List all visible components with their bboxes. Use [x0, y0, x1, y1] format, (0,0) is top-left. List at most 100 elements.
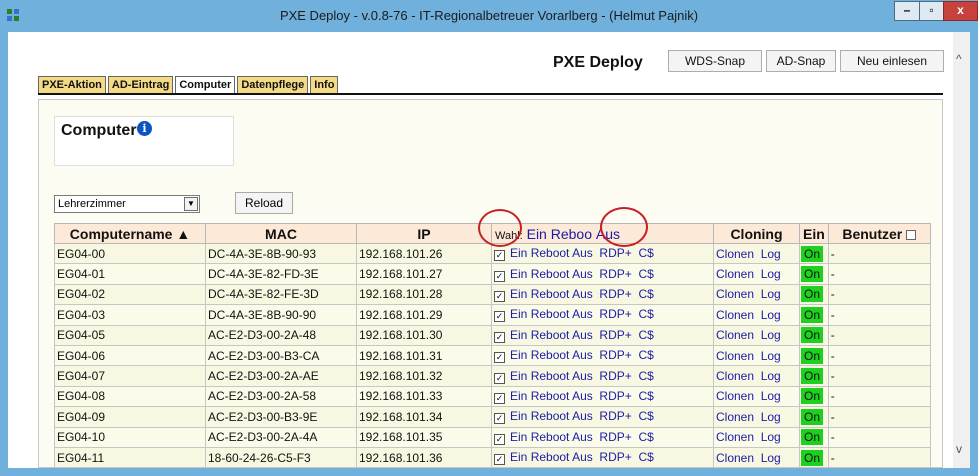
ein-link[interactable]: Ein [510, 409, 527, 423]
reboot-link[interactable]: Reboot [531, 348, 570, 362]
cs-link[interactable]: C$ [638, 450, 653, 464]
row-checkbox[interactable]: ✓ [494, 413, 505, 425]
minimize-button[interactable]: – [894, 1, 920, 21]
tab-computer[interactable]: Computer [175, 76, 236, 94]
room-select[interactable]: Lehrerzimmer ▼ [54, 195, 200, 213]
log-link[interactable]: Log [761, 247, 781, 261]
reboot-link[interactable]: Reboot [531, 267, 570, 281]
clonen-link[interactable]: Clonen [716, 308, 754, 322]
clonen-link[interactable]: Clonen [716, 430, 754, 444]
aus-link[interactable]: Aus [572, 389, 593, 403]
aus-link[interactable]: Aus [572, 348, 593, 362]
reload-button[interactable]: Reload [235, 192, 293, 214]
vertical-scrollbar[interactable]: ^ v [953, 32, 970, 468]
reboot-link[interactable]: Reboot [531, 307, 570, 321]
scroll-down-icon[interactable]: v [956, 442, 962, 456]
col-cloning[interactable]: Cloning [713, 223, 800, 244]
tab-info[interactable]: Info [310, 76, 339, 94]
aus-link[interactable]: Aus [572, 267, 593, 281]
ein-link[interactable]: Ein [510, 267, 527, 281]
log-link[interactable]: Log [761, 451, 781, 465]
info-icon[interactable]: i [137, 121, 152, 136]
aus-link[interactable]: Aus [572, 430, 593, 444]
aus-link[interactable]: Aus [572, 369, 593, 383]
rdp-link[interactable]: RDP+ [599, 287, 631, 301]
row-checkbox[interactable]: ✓ [494, 352, 505, 364]
aus-link[interactable]: Aus [572, 307, 593, 321]
chevron-down-icon[interactable]: ▼ [184, 197, 198, 211]
ein-link[interactable]: Ein [510, 430, 527, 444]
ein-link[interactable]: Ein [510, 450, 527, 464]
clonen-link[interactable]: Clonen [716, 389, 754, 403]
close-button[interactable]: x [943, 1, 978, 21]
log-link[interactable]: Log [761, 349, 781, 363]
clonen-link[interactable]: Clonen [716, 267, 754, 281]
row-checkbox[interactable]: ✓ [494, 270, 505, 282]
ein-link[interactable]: Ein [510, 246, 527, 260]
wahl-reboot-link[interactable]: Reboo [551, 226, 592, 242]
clonen-link[interactable]: Clonen [716, 287, 754, 301]
wahl-ein-link[interactable]: Ein [527, 226, 547, 242]
cs-link[interactable]: C$ [638, 369, 653, 383]
reboot-link[interactable]: Reboot [531, 389, 570, 403]
rdp-link[interactable]: RDP+ [599, 246, 631, 260]
rdp-link[interactable]: RDP+ [599, 307, 631, 321]
row-checkbox[interactable]: ✓ [494, 372, 505, 384]
aus-link[interactable]: Aus [572, 287, 593, 301]
log-link[interactable]: Log [761, 287, 781, 301]
reboot-link[interactable]: Reboot [531, 409, 570, 423]
row-checkbox[interactable]: ✓ [494, 433, 505, 445]
cs-link[interactable]: C$ [638, 430, 653, 444]
row-checkbox[interactable]: ✓ [494, 250, 505, 262]
col-ip[interactable]: IP [356, 223, 492, 244]
row-checkbox[interactable]: ✓ [494, 392, 505, 404]
scroll-up-icon[interactable]: ^ [956, 52, 962, 66]
aus-link[interactable]: Aus [572, 328, 593, 342]
ad-snap-button[interactable]: AD-Snap [766, 50, 836, 72]
log-link[interactable]: Log [761, 410, 781, 424]
clonen-link[interactable]: Clonen [716, 451, 754, 465]
tab-pxe-aktion[interactable]: PXE-Aktion [38, 76, 106, 94]
rdp-link[interactable]: RDP+ [599, 450, 631, 464]
tab-datenpflege[interactable]: Datenpflege [237, 76, 309, 94]
reboot-link[interactable]: Reboot [531, 450, 570, 464]
reboot-link[interactable]: Reboot [531, 328, 570, 342]
clonen-link[interactable]: Clonen [716, 410, 754, 424]
log-link[interactable]: Log [761, 328, 781, 342]
ein-link[interactable]: Ein [510, 328, 527, 342]
reboot-link[interactable]: Reboot [531, 287, 570, 301]
ein-link[interactable]: Ein [510, 369, 527, 383]
cs-link[interactable]: C$ [638, 409, 653, 423]
log-link[interactable]: Log [761, 267, 781, 281]
rdp-link[interactable]: RDP+ [599, 409, 631, 423]
aus-link[interactable]: Aus [572, 246, 593, 260]
rdp-link[interactable]: RDP+ [599, 389, 631, 403]
aus-link[interactable]: Aus [572, 409, 593, 423]
clonen-link[interactable]: Clonen [716, 247, 754, 261]
clonen-link[interactable]: Clonen [716, 369, 754, 383]
aus-link[interactable]: Aus [572, 450, 593, 464]
cs-link[interactable]: C$ [638, 287, 653, 301]
wds-snap-button[interactable]: WDS-Snap [668, 50, 762, 72]
cs-link[interactable]: C$ [638, 348, 653, 362]
row-checkbox[interactable]: ✓ [494, 454, 505, 466]
rdp-link[interactable]: RDP+ [599, 430, 631, 444]
ein-link[interactable]: Ein [510, 287, 527, 301]
rdp-link[interactable]: RDP+ [599, 328, 631, 342]
maximize-button[interactable]: ▫ [919, 1, 944, 21]
col-computername[interactable]: Computername ▲ [54, 223, 206, 244]
log-link[interactable]: Log [761, 430, 781, 444]
ein-link[interactable]: Ein [510, 307, 527, 321]
log-link[interactable]: Log [761, 389, 781, 403]
clonen-link[interactable]: Clonen [716, 349, 754, 363]
clonen-link[interactable]: Clonen [716, 328, 754, 342]
ein-link[interactable]: Ein [510, 348, 527, 362]
cs-link[interactable]: C$ [638, 389, 653, 403]
reboot-link[interactable]: Reboot [531, 430, 570, 444]
benutzer-checkbox[interactable] [906, 229, 917, 240]
row-checkbox[interactable]: ✓ [494, 290, 505, 302]
col-ein[interactable]: Ein [799, 223, 829, 244]
tab-ad-eintrag[interactable]: AD-Eintrag [107, 76, 174, 94]
reboot-link[interactable]: Reboot [531, 369, 570, 383]
col-mac[interactable]: MAC [205, 223, 357, 244]
